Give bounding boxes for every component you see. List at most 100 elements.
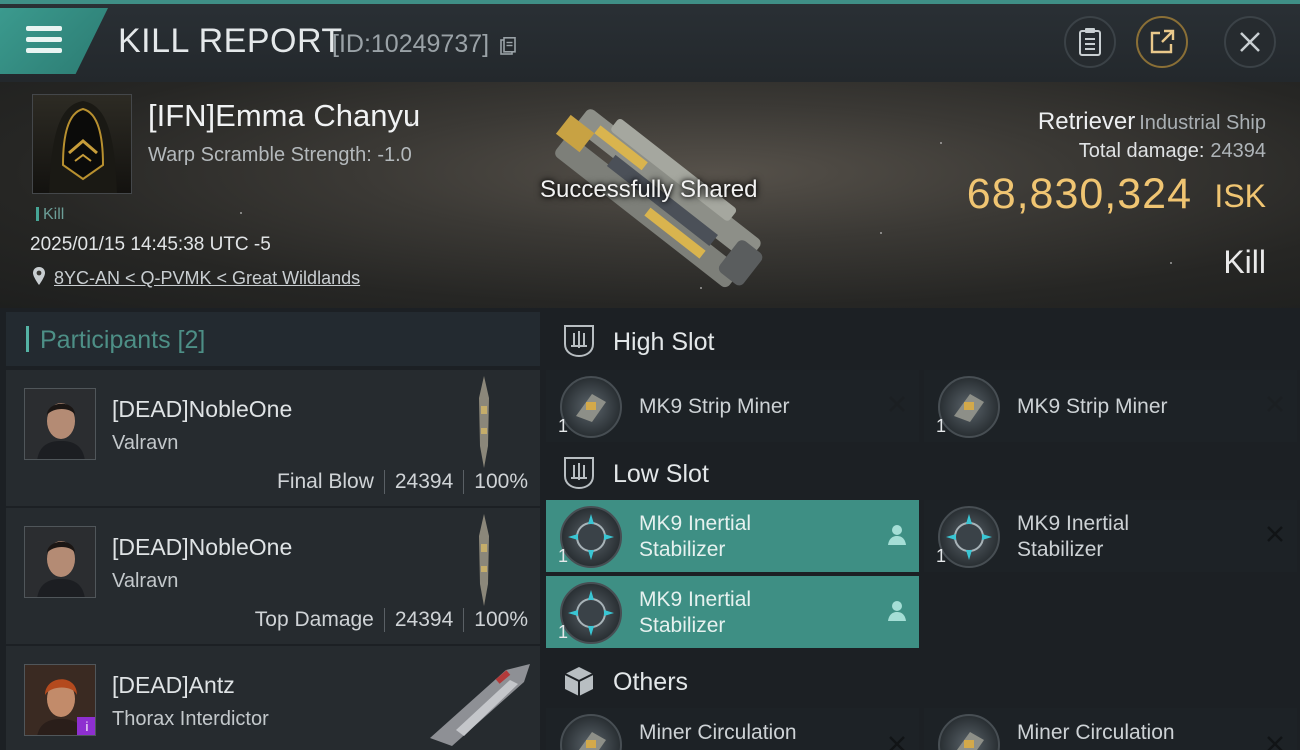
participant-percent: 100% bbox=[474, 470, 528, 493]
participant-row[interactable]: i [DEAD]Antz Thorax Interdictor bbox=[6, 646, 540, 750]
module-name: Miner Circulation bbox=[639, 721, 797, 744]
participant-row[interactable]: [DEAD]NobleOne Valravn Top Damage 24394 … bbox=[6, 508, 540, 644]
participant-damage: 24394 bbox=[394, 608, 454, 631]
victim-portrait[interactable] bbox=[32, 94, 132, 194]
isk-unit: ISK bbox=[1214, 178, 1266, 214]
remove-x-icon[interactable] bbox=[887, 394, 907, 414]
victim-summary-panel: [IFN]Emma Chanyu Warp Scramble Strength:… bbox=[0, 82, 1300, 308]
high-slot-header: High Slot bbox=[546, 314, 1296, 370]
avatar bbox=[24, 526, 96, 598]
participant-ship: Valravn bbox=[112, 570, 179, 592]
module-name: MK9 Strip Miner bbox=[639, 395, 790, 418]
module-slot[interactable]: Miner Circulation bbox=[546, 708, 919, 750]
kill-tag: Kill bbox=[36, 206, 64, 224]
miner-circulation-icon bbox=[938, 714, 1000, 750]
participants-label: Participants [2] bbox=[40, 326, 206, 354]
total-damage-label: Total damage: bbox=[1078, 140, 1205, 162]
strip-miner-icon bbox=[938, 376, 1000, 438]
module-slot[interactable]: 1 MK9 Strip Miner bbox=[546, 370, 919, 442]
module-slot[interactable]: 1 MK9 Inertial Stabilizer bbox=[546, 500, 919, 572]
remove-x-icon[interactable] bbox=[887, 734, 907, 750]
module-name: Miner Circulation bbox=[1017, 721, 1175, 744]
person-icon bbox=[888, 601, 906, 621]
location-pin-icon bbox=[33, 267, 45, 285]
remove-x-icon[interactable] bbox=[1265, 394, 1285, 414]
module-name: MK9 Inertial Stabilizer bbox=[1017, 512, 1130, 561]
warp-scramble-strength: Warp Scramble Strength: -1.0 bbox=[148, 144, 412, 166]
victim-ship-name[interactable]: Retriever bbox=[1038, 108, 1135, 135]
others-label: Others bbox=[613, 668, 689, 696]
participant-role: Final Blow bbox=[277, 470, 374, 493]
share-icon bbox=[1150, 29, 1175, 54]
module-slot[interactable]: Miner Circulation bbox=[924, 708, 1297, 750]
participant-row[interactable]: [DEAD]NobleOne Valravn Final Blow 24394 … bbox=[6, 370, 540, 506]
hooded-pilot-image bbox=[49, 101, 117, 193]
clipboard-icon bbox=[1079, 28, 1101, 56]
participant-ship-image bbox=[479, 376, 489, 468]
header-bar: KILL REPORT [ID:10249737] bbox=[0, 0, 1300, 82]
participant-name: [DEAD]Antz bbox=[112, 672, 235, 698]
kill-location-link[interactable]: 8YC-AN < Q-PVMK < Great Wildlands bbox=[54, 268, 360, 289]
others-header: Others bbox=[546, 654, 1296, 710]
module-slot[interactable]: 1 MK9 Strip Miner bbox=[924, 370, 1297, 442]
participants-header: Participants [2] bbox=[6, 312, 540, 366]
module-slot[interactable]: 1 MK9 Inertial Stabilizer bbox=[546, 576, 919, 648]
low-slot-label: Low Slot bbox=[613, 460, 709, 488]
low-slot-icon bbox=[564, 457, 594, 490]
participant-name: [DEAD]NobleOne bbox=[112, 534, 293, 560]
info-badge: i bbox=[77, 717, 95, 735]
module-name: MK9 Inertial Stabilizer bbox=[639, 588, 752, 637]
victim-ship-class: Industrial Ship bbox=[1139, 112, 1266, 134]
module-name: MK9 Strip Miner bbox=[1017, 395, 1168, 418]
participant-name: [DEAD]NobleOne bbox=[112, 396, 293, 422]
menu-icon bbox=[26, 26, 62, 31]
module-slot[interactable]: 1 MK9 Inertial Stabilizer bbox=[924, 500, 1297, 572]
avatar bbox=[24, 388, 96, 460]
inertial-stabilizer-icon bbox=[560, 582, 622, 644]
menu-button[interactable] bbox=[0, 8, 108, 74]
low-slot-header: Low Slot bbox=[546, 446, 1296, 502]
victim-name[interactable]: [IFN]Emma Chanyu bbox=[148, 98, 420, 134]
module-name: MK9 Inertial Stabilizer bbox=[639, 512, 752, 561]
copy-icon[interactable] bbox=[500, 37, 516, 55]
isk-value: 68,830,324 bbox=[966, 170, 1192, 218]
participant-ship-image bbox=[479, 514, 489, 606]
inertial-stabilizer-icon bbox=[938, 506, 1000, 568]
avatar: i bbox=[24, 664, 96, 736]
share-toast: Successfully Shared bbox=[540, 176, 758, 203]
participant-damage: 24394 bbox=[394, 470, 454, 493]
page-title: KILL REPORT bbox=[118, 22, 343, 60]
participant-percent: 100% bbox=[474, 608, 528, 631]
participant-ship: Valravn bbox=[112, 432, 179, 454]
inertial-stabilizer-icon bbox=[560, 506, 622, 568]
module-quantity: 1 bbox=[936, 416, 947, 436]
module-quantity: 1 bbox=[558, 546, 569, 566]
high-slot-label: High Slot bbox=[613, 328, 715, 356]
report-id: [ID:10249737] bbox=[332, 30, 490, 58]
header-accent-line bbox=[0, 0, 1300, 4]
participant-stats: Final Blow 24394 100% bbox=[277, 470, 528, 494]
participant-role: Top Damage bbox=[254, 608, 374, 631]
close-button[interactable] bbox=[1224, 16, 1276, 68]
remove-x-icon[interactable] bbox=[1265, 524, 1285, 544]
module-quantity: 1 bbox=[936, 546, 947, 566]
participant-stats: Top Damage 24394 100% bbox=[255, 608, 528, 632]
kill-timestamp: 2025/01/15 14:45:38 UTC -5 bbox=[30, 234, 271, 255]
high-slot-icon bbox=[564, 325, 594, 358]
strip-miner-icon bbox=[560, 376, 622, 438]
close-icon bbox=[1240, 32, 1260, 52]
victim-ship: Retriever Industrial Ship bbox=[1038, 108, 1266, 136]
share-button[interactable] bbox=[1136, 16, 1188, 68]
remove-x-icon[interactable] bbox=[1265, 734, 1285, 750]
clipboard-button[interactable] bbox=[1064, 16, 1116, 68]
module-quantity: 1 bbox=[558, 622, 569, 642]
person-icon bbox=[888, 525, 906, 545]
miner-circulation-icon bbox=[560, 714, 622, 750]
participant-ship-image bbox=[430, 664, 530, 746]
module-quantity: 1 bbox=[558, 416, 569, 436]
total-damage: Total damage: 24394 bbox=[1079, 140, 1266, 163]
others-box-icon bbox=[564, 667, 594, 696]
result-label: Kill bbox=[1223, 244, 1266, 280]
participant-ship: Thorax Interdictor bbox=[112, 708, 269, 730]
total-damage-value: 24394 bbox=[1210, 140, 1266, 162]
